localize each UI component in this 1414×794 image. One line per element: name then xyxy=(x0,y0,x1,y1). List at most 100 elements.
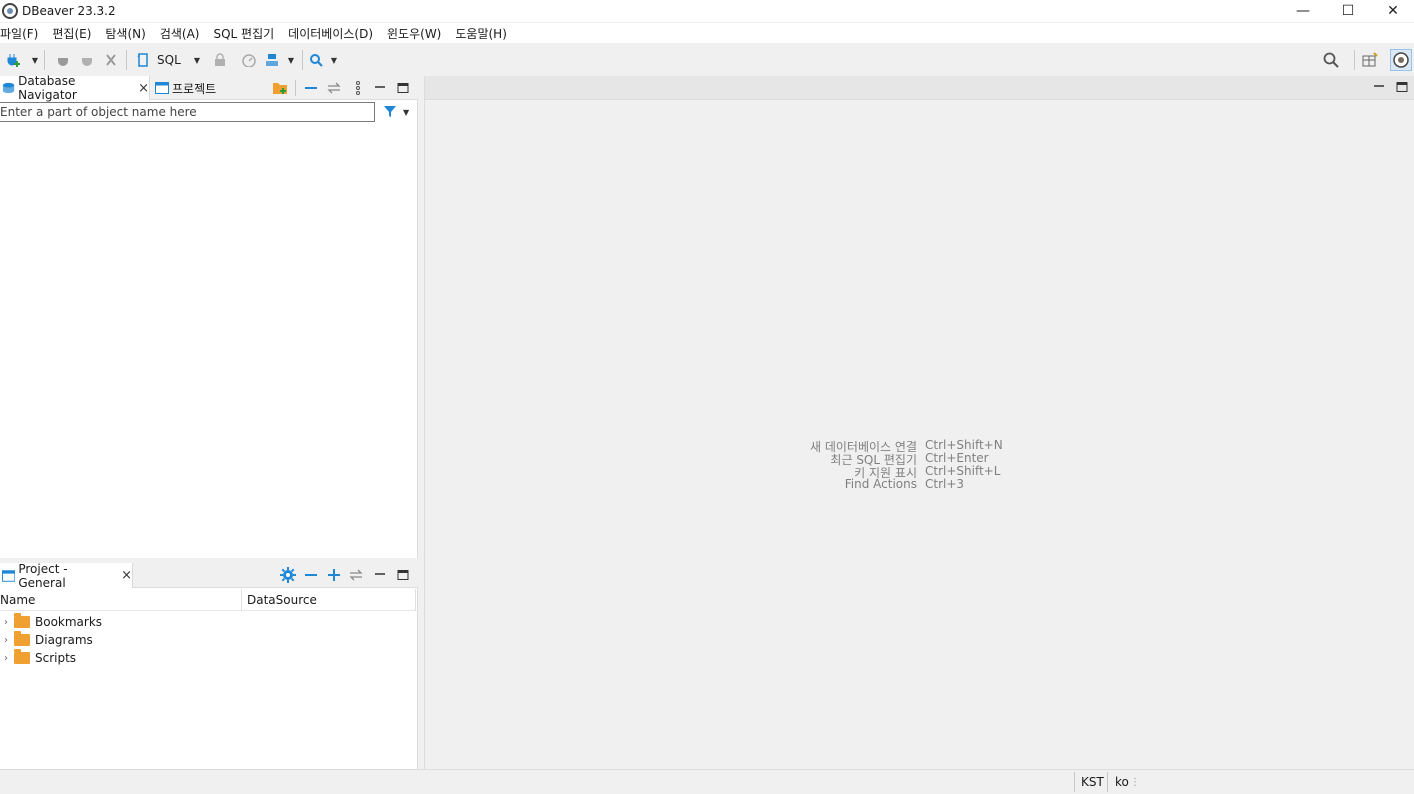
minimize-button[interactable]: — xyxy=(1280,0,1326,22)
hint-new-connection-shortcut: Ctrl+Shift+N xyxy=(925,438,1003,452)
tab-database-navigator[interactable]: Database Navigator × xyxy=(0,74,150,102)
tab-project-general[interactable]: Project - General × xyxy=(0,561,133,590)
tree-item-label: Bookmarks xyxy=(35,615,103,629)
main-toolbar: ▼ SQL ▼ ▼ ▼ xyxy=(0,44,1414,75)
close-button[interactable]: ✕ xyxy=(1370,0,1414,22)
tab-project-general-label: Project - General xyxy=(18,561,68,590)
menu-window[interactable]: 윈도우(W) xyxy=(387,25,448,42)
menu-edit[interactable]: 편집(E) xyxy=(52,25,98,42)
database-icon xyxy=(2,82,15,94)
lock-icon[interactable] xyxy=(212,51,228,69)
toolbar-separator xyxy=(1354,50,1355,70)
minimize-editor-icon[interactable] xyxy=(1371,79,1387,95)
hint-recent-sql-editor: 최근 SQL 편집기 xyxy=(830,453,917,467)
disconnect-icon[interactable] xyxy=(79,51,95,69)
project-panel: Project - General × Name DataSource › Bo… xyxy=(0,561,418,769)
minimize-panel-icon[interactable] xyxy=(372,567,388,583)
maximize-editor-icon[interactable] xyxy=(1394,79,1410,95)
collapse-all-icon[interactable] xyxy=(303,80,319,96)
sql-button-label: SQL xyxy=(157,53,181,67)
menu-database[interactable]: 데이터베이스(D) xyxy=(288,25,380,42)
editor-tabbar xyxy=(425,76,1414,100)
chevron-right-icon[interactable]: › xyxy=(0,635,12,646)
tab-database-navigator-label: Database Navigator xyxy=(18,74,77,102)
link-with-editor-icon[interactable] xyxy=(326,80,342,96)
status-grip-icon: ⋮ xyxy=(1130,776,1140,788)
project-icon xyxy=(2,569,16,582)
filter-dropdown-icon: ▼ xyxy=(403,107,410,117)
sql-editor-icon xyxy=(137,53,148,67)
title-bar: DBeaver 23.3.2 — ☐ ✕ xyxy=(0,0,1414,22)
search-icon[interactable] xyxy=(308,51,324,69)
hint-find-actions-shortcut: Ctrl+3 xyxy=(925,477,965,491)
menu-help[interactable]: 도움말(H) xyxy=(455,25,514,42)
column-header-name[interactable]: Name xyxy=(0,589,242,611)
filter-icon xyxy=(384,106,396,117)
sql-editor-button[interactable]: SQL xyxy=(136,51,188,69)
bookmarks-folder-icon xyxy=(14,613,30,628)
project-tree-header: Name DataSource xyxy=(0,589,418,611)
minimize-panel-icon[interactable] xyxy=(372,80,388,96)
panel-separator xyxy=(295,80,296,96)
chevron-right-icon[interactable]: › xyxy=(0,653,12,664)
menu-bar: 파일(F) 편집(E) 탐색(N) 검색(A) SQL 편집기 데이터베이스(D… xyxy=(0,23,1414,43)
maximize-panel-icon[interactable] xyxy=(395,80,411,96)
dashboard-icon[interactable] xyxy=(240,51,258,69)
tree-item-bookmarks[interactable]: › Bookmarks xyxy=(0,613,102,631)
menu-search[interactable]: 검색(A) xyxy=(160,25,207,42)
close-icon[interactable]: × xyxy=(138,81,149,96)
new-folder-icon[interactable] xyxy=(272,80,288,96)
status-bar: KST ko ⋮ xyxy=(0,769,1414,794)
expand-all-icon[interactable] xyxy=(326,567,342,583)
toolbar-separator xyxy=(126,50,127,70)
status-separator xyxy=(1107,772,1108,792)
view-menu-icon[interactable] xyxy=(350,80,366,96)
column-header-datasource[interactable]: DataSource xyxy=(242,589,416,611)
hint-show-key-assist-shortcut: Ctrl+Shift+L xyxy=(925,464,1001,478)
project-tabstrip: Project - General × xyxy=(0,561,418,590)
window-title: DBeaver 23.3.2 xyxy=(22,4,116,18)
search-dropdown-icon[interactable]: ▼ xyxy=(329,51,339,69)
object-name-filter-input[interactable] xyxy=(0,102,375,122)
collapse-all-icon[interactable] xyxy=(303,567,319,583)
new-connection-dropdown-icon[interactable]: ▼ xyxy=(30,51,40,69)
transaction-dropdown-icon[interactable]: ▼ xyxy=(286,51,296,69)
toolbar-separator xyxy=(302,50,303,70)
connect-icon[interactable] xyxy=(55,51,71,69)
close-icon[interactable]: × xyxy=(121,568,132,583)
tree-item-diagrams[interactable]: › Diagrams xyxy=(0,631,93,649)
invalidate-icon[interactable] xyxy=(103,51,119,69)
navigator-tabstrip: Database Navigator × 프로젝트 xyxy=(0,74,418,102)
link-with-editor-icon[interactable] xyxy=(348,567,364,583)
hint-recent-sql-editor-shortcut: Ctrl+Enter xyxy=(925,451,989,465)
tab-projects-label: 프로젝트 xyxy=(172,81,217,96)
maximize-button[interactable]: ☐ xyxy=(1325,0,1371,22)
project-icon xyxy=(155,82,169,94)
transaction-icon[interactable] xyxy=(264,51,280,69)
tree-item-scripts[interactable]: › Scripts xyxy=(0,649,76,667)
menu-file[interactable]: 파일(F) xyxy=(0,25,45,42)
sql-dropdown-icon[interactable]: ▼ xyxy=(192,51,202,69)
tree-item-label: Scripts xyxy=(35,651,77,665)
diagrams-folder-icon xyxy=(14,631,30,646)
filter-settings-button[interactable]: ▼ xyxy=(383,104,415,120)
chevron-right-icon[interactable]: › xyxy=(0,617,12,628)
menu-sql-editor[interactable]: SQL 편집기 xyxy=(213,25,281,42)
status-timezone[interactable]: KST xyxy=(1081,774,1104,790)
status-separator xyxy=(1074,772,1075,792)
toolbar-separator xyxy=(44,50,45,70)
dbeaver-perspective-icon[interactable] xyxy=(1390,49,1412,71)
dbeaver-logo-icon xyxy=(2,3,18,19)
status-locale[interactable]: ko xyxy=(1115,774,1129,790)
perspective-icon[interactable] xyxy=(1361,51,1379,69)
hint-find-actions: Find Actions xyxy=(844,477,917,491)
menu-navigate[interactable]: 탐색(N) xyxy=(105,25,152,42)
tab-projects[interactable]: 프로젝트 xyxy=(153,76,243,100)
gear-icon[interactable] xyxy=(280,567,296,583)
editor-area: 새 데이터베이스 연결 Ctrl+Shift+N 최근 SQL 편집기 Ctrl… xyxy=(424,76,1414,769)
navigator-filter-row: ▼ xyxy=(0,101,418,123)
scripts-folder-icon xyxy=(14,649,30,664)
new-connection-icon[interactable] xyxy=(4,51,22,69)
global-search-icon[interactable] xyxy=(1322,51,1340,69)
maximize-panel-icon[interactable] xyxy=(395,567,411,583)
